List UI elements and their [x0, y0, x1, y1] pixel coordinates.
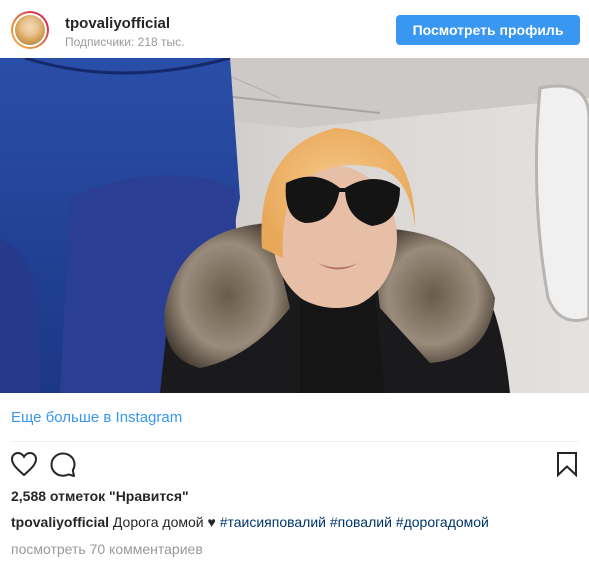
heart-emoji-icon: ♥: [207, 514, 216, 530]
instagram-embed-card: tpovaliyofficial Подписчики: 218 тыс. По…: [0, 0, 589, 566]
divider: [11, 441, 578, 442]
hashtag-link[interactable]: #таисияповалий: [220, 514, 326, 530]
post-video-still: [0, 58, 589, 393]
hashtag-link[interactable]: #дорогадомой: [396, 514, 489, 530]
speech-bubble-icon[interactable]: [49, 451, 77, 479]
caption-username[interactable]: tpovaliyofficial: [11, 514, 109, 530]
likes-count[interactable]: 2,588 отметок "Нравится": [11, 488, 189, 504]
view-profile-button[interactable]: Посмотреть профиль: [396, 15, 580, 45]
hashtag-link[interactable]: #повалий: [330, 514, 392, 530]
caption-text: Дорога домой: [112, 514, 204, 530]
avatar-frame: [13, 13, 47, 47]
heart-icon[interactable]: [10, 451, 38, 477]
post-media[interactable]: [0, 58, 589, 393]
avatar-image: [15, 15, 45, 45]
bookmark-icon[interactable]: [556, 451, 578, 477]
post-header: tpovaliyofficial Подписчики: 218 тыс. По…: [0, 0, 589, 58]
view-comments-link[interactable]: посмотреть 70 комментариев: [11, 541, 203, 557]
more-on-instagram-link[interactable]: Еще больше в Instagram: [11, 409, 182, 426]
avatar[interactable]: [11, 11, 49, 49]
followers-count: Подписчики: 218 тыс.: [65, 35, 185, 49]
username-link[interactable]: tpovaliyofficial: [65, 15, 170, 32]
post-caption: tpovaliyofficial Дорога домой ♥ #таисияп…: [11, 514, 489, 530]
